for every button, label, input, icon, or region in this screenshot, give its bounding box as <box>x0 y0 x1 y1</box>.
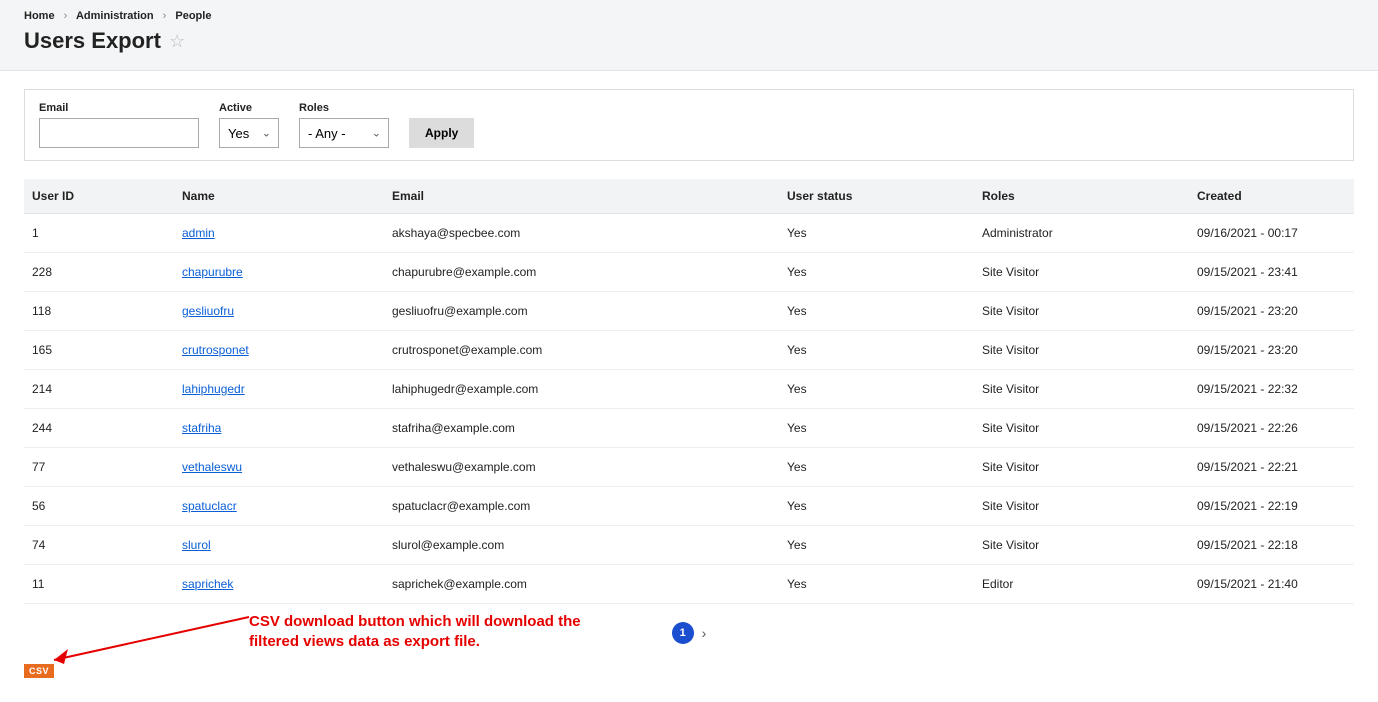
cell-email: lahiphugedr@example.com <box>384 370 779 409</box>
star-icon[interactable]: ☆ <box>169 31 185 52</box>
cell-status: Yes <box>779 370 974 409</box>
cell-roles: Administrator <box>974 214 1189 253</box>
cell-user-id: 56 <box>24 487 174 526</box>
user-name-link[interactable]: admin <box>182 226 215 240</box>
cell-roles: Site Visitor <box>974 409 1189 448</box>
cell-user-id: 118 <box>24 292 174 331</box>
table-row: 77 vethaleswu vethaleswu@example.comYesSit… <box>24 448 1354 487</box>
pagination: 1 › <box>24 622 1354 644</box>
cell-created: 09/15/2021 - 23:41 <box>1189 253 1354 292</box>
cell-created: 09/15/2021 - 23:20 <box>1189 331 1354 370</box>
cell-roles: Editor <box>974 565 1189 604</box>
col-header-name: Name <box>174 179 384 214</box>
cell-user-id: 244 <box>24 409 174 448</box>
table-row: 74 slurol slurol@example.comYesSite Visito… <box>24 526 1354 565</box>
filter-form: Email Active Yes ⌄ Roles - Any - ⌄ Apply <box>24 89 1354 161</box>
table-row: 11 saprichek saprichek@example.comYesEdito… <box>24 565 1354 604</box>
cell-status: Yes <box>779 253 974 292</box>
cell-user-id: 165 <box>24 331 174 370</box>
cell-created: 09/15/2021 - 21:40 <box>1189 565 1354 604</box>
user-name-link[interactable]: spatuclacr <box>182 499 237 513</box>
cell-status: Yes <box>779 565 974 604</box>
breadcrumb-home[interactable]: Home <box>24 10 55 22</box>
user-name-link[interactable]: gesliuofru <box>182 304 234 318</box>
csv-export-button[interactable]: CSV <box>24 664 54 678</box>
email-filter-label: Email <box>39 102 199 114</box>
cell-user-id: 1 <box>24 214 174 253</box>
cell-created: 09/16/2021 - 00:17 <box>1189 214 1354 253</box>
cell-user-id: 77 <box>24 448 174 487</box>
breadcrumb-people[interactable]: People <box>175 10 211 22</box>
table-row: 228 chapurubre chapurubre@example.comYesSi… <box>24 253 1354 292</box>
breadcrumb-administration[interactable]: Administration <box>76 10 154 22</box>
table-row: 214 lahiphugedr lahiphugedr@example.comYes… <box>24 370 1354 409</box>
col-header-roles: Roles <box>974 179 1189 214</box>
cell-roles: Site Visitor <box>974 331 1189 370</box>
cell-roles: Site Visitor <box>974 487 1189 526</box>
cell-user-id: 74 <box>24 526 174 565</box>
cell-status: Yes <box>779 292 974 331</box>
chevron-right-icon: › <box>163 10 167 22</box>
cell-status: Yes <box>779 214 974 253</box>
user-name-link[interactable]: chapurubre <box>182 265 243 279</box>
cell-status: Yes <box>779 409 974 448</box>
cell-email: saprichek@example.com <box>384 565 779 604</box>
col-header-email: Email <box>384 179 779 214</box>
table-row: 244 stafriha stafriha@example.comYesSite V… <box>24 409 1354 448</box>
cell-status: Yes <box>779 487 974 526</box>
cell-email: akshaya@specbee.com <box>384 214 779 253</box>
users-table: User ID Name Email User status Roles Cre… <box>24 179 1354 604</box>
cell-email: stafriha@example.com <box>384 409 779 448</box>
roles-filter-label: Roles <box>299 102 389 114</box>
cell-roles: Site Visitor <box>974 448 1189 487</box>
active-filter-select[interactable]: Yes <box>219 118 279 148</box>
cell-roles: Site Visitor <box>974 292 1189 331</box>
cell-created: 09/15/2021 - 22:26 <box>1189 409 1354 448</box>
cell-roles: Site Visitor <box>974 526 1189 565</box>
cell-created: 09/15/2021 - 22:32 <box>1189 370 1354 409</box>
cell-created: 09/15/2021 - 22:21 <box>1189 448 1354 487</box>
table-row: 165 crutrosponet crutrosponet@example.comY… <box>24 331 1354 370</box>
cell-email: chapurubre@example.com <box>384 253 779 292</box>
cell-email: vethaleswu@example.com <box>384 448 779 487</box>
page-title: Users Export <box>24 28 161 54</box>
col-header-user-id: User ID <box>24 179 174 214</box>
apply-button[interactable]: Apply <box>409 118 474 148</box>
cell-email: slurol@example.com <box>384 526 779 565</box>
cell-roles: Site Visitor <box>974 253 1189 292</box>
col-header-created: Created <box>1189 179 1354 214</box>
email-filter-input[interactable] <box>39 118 199 148</box>
active-filter-label: Active <box>219 102 279 114</box>
cell-email: gesliuofru@example.com <box>384 292 779 331</box>
cell-user-id: 11 <box>24 565 174 604</box>
user-name-link[interactable]: saprichek <box>182 577 233 591</box>
cell-email: spatuclacr@example.com <box>384 487 779 526</box>
cell-created: 09/15/2021 - 23:20 <box>1189 292 1354 331</box>
breadcrumb: Home › Administration › People <box>24 10 1354 22</box>
user-name-link[interactable]: stafriha <box>182 421 221 435</box>
table-row: 56 spatuclacr spatuclacr@example.comYesSit… <box>24 487 1354 526</box>
col-header-status: User status <box>779 179 974 214</box>
cell-status: Yes <box>779 448 974 487</box>
user-name-link[interactable]: crutrosponet <box>182 343 249 357</box>
user-name-link[interactable]: vethaleswu <box>182 460 242 474</box>
cell-status: Yes <box>779 526 974 565</box>
user-name-link[interactable]: lahiphugedr <box>182 382 245 396</box>
cell-created: 09/15/2021 - 22:19 <box>1189 487 1354 526</box>
roles-filter-select[interactable]: - Any - <box>299 118 389 148</box>
next-page-button[interactable]: › <box>702 625 707 641</box>
page-1-button[interactable]: 1 <box>672 622 694 644</box>
cell-status: Yes <box>779 331 974 370</box>
cell-created: 09/15/2021 - 22:18 <box>1189 526 1354 565</box>
chevron-right-icon: › <box>64 10 68 22</box>
cell-email: crutrosponet@example.com <box>384 331 779 370</box>
cell-user-id: 214 <box>24 370 174 409</box>
cell-user-id: 228 <box>24 253 174 292</box>
table-row: 118 gesliuofru gesliuofru@example.comYesSi… <box>24 292 1354 331</box>
table-row: 1 admin akshaya@specbee.comYesAdministrato… <box>24 214 1354 253</box>
user-name-link[interactable]: slurol <box>182 538 211 552</box>
cell-roles: Site Visitor <box>974 370 1189 409</box>
